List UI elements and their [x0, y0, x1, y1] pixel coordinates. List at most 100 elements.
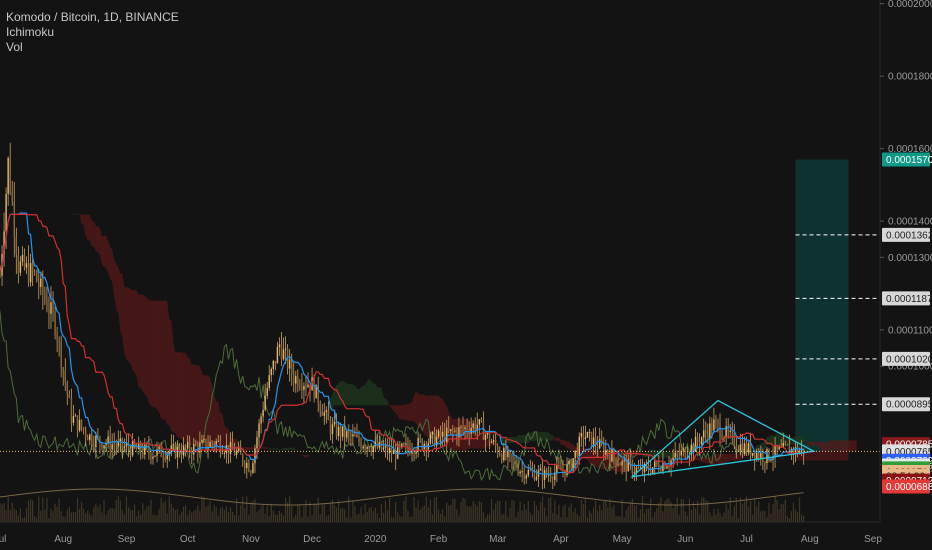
volume-bar: [195, 509, 197, 522]
cloud-segment: [152, 300, 156, 408]
volume-bar: [168, 496, 170, 522]
candle-body: [635, 467, 638, 473]
candle-body: [70, 397, 73, 423]
volume-bar: [333, 504, 336, 522]
cloud-segment: [828, 440, 831, 451]
candle-body: [348, 431, 350, 434]
candle-body: [123, 446, 126, 448]
volume-bar: [792, 502, 795, 522]
volume-bar: [352, 500, 354, 522]
candle-body: [535, 476, 538, 480]
cloud-segment: [371, 381, 374, 406]
time-tick-label: Sep: [118, 534, 136, 545]
volume-bar: [164, 500, 166, 522]
volume-bar: [770, 513, 772, 522]
candle-body: [164, 457, 166, 460]
volume-bar: [32, 500, 34, 522]
candle-body: [162, 456, 164, 458]
legend-indicator-vol[interactable]: Vol: [6, 40, 179, 55]
volume-bar: [21, 517, 24, 522]
candle-body: [519, 471, 521, 474]
volume-bar: [372, 511, 374, 522]
candle-body: [144, 444, 146, 455]
candle-body: [762, 452, 764, 462]
candle-body: [193, 444, 195, 455]
volume-bar: [378, 517, 380, 522]
candle-body: [715, 419, 717, 421]
volume-bar: [386, 510, 389, 522]
cloud-segment: [518, 435, 521, 444]
cloud-segment: [165, 300, 168, 426]
candle-body: [678, 454, 680, 456]
volume-bar: [544, 507, 546, 522]
candle-body: [11, 191, 13, 202]
volume-bar: [564, 504, 566, 522]
candle-body: [244, 463, 246, 469]
candle-body: [19, 261, 22, 273]
candle-body: [264, 395, 266, 410]
cloud-segment: [183, 353, 186, 443]
cloud-segment: [110, 247, 113, 282]
candle-body: [352, 434, 354, 437]
candle-body: [58, 340, 60, 342]
cloud-segment: [697, 457, 700, 461]
candle-body: [721, 437, 723, 439]
candle-body: [751, 453, 754, 456]
volume-bar: [233, 514, 236, 522]
volume-bar: [462, 497, 464, 522]
candle-body: [439, 430, 442, 437]
candle-body: [717, 420, 719, 424]
candle-body: [323, 412, 326, 416]
volume-bar: [144, 510, 146, 522]
volume-bar: [52, 511, 54, 522]
volume-bar: [160, 498, 162, 522]
candle-body: [380, 441, 383, 450]
volume-bar: [358, 513, 360, 522]
volume-bar: [446, 502, 448, 522]
volume-bar: [460, 502, 462, 522]
legend-symbol[interactable]: Komodo / Bitcoin, 1D, BINANCE: [6, 10, 179, 25]
candle-body: [615, 457, 617, 466]
volume-bar: [466, 505, 468, 522]
candle-body: [333, 421, 336, 425]
volume-bar: [272, 510, 274, 522]
volume-bar: [282, 515, 285, 522]
candle-body: [231, 442, 234, 450]
volume-bar: [572, 512, 574, 522]
volume-bar: [546, 516, 548, 522]
candle-body: [521, 471, 523, 472]
candle-body: [203, 439, 205, 441]
volume-bar: [125, 496, 128, 522]
volume-bar: [752, 515, 754, 522]
candle-body: [84, 430, 87, 437]
candle-body: [458, 427, 460, 438]
cloud-segment: [144, 296, 147, 397]
price-tick-label: 0.0001300: [888, 253, 932, 264]
volume-bar: [87, 510, 89, 522]
volume-bar: [38, 496, 40, 522]
price-chart[interactable]: 0.00020000.00018000.00016000.00014000.00…: [0, 0, 932, 550]
candle-body: [421, 439, 423, 449]
volume-bar: [645, 509, 648, 522]
volume-bar: [315, 504, 317, 522]
volume-bar: [431, 514, 434, 522]
volume-bar: [582, 504, 584, 522]
candle-body: [242, 454, 244, 464]
candle-body: [415, 451, 417, 454]
candle-body: [390, 447, 393, 455]
cloud-segment: [287, 447, 290, 450]
candle-body: [46, 300, 48, 311]
candle-body: [150, 453, 152, 459]
cloud-segment: [401, 405, 404, 420]
legend-indicator-ichimoku[interactable]: Ichimoku: [6, 25, 179, 40]
candle-body: [511, 454, 513, 460]
cloud-segment: [554, 437, 557, 441]
cloud-segment: [106, 235, 109, 273]
candle-body: [782, 442, 784, 447]
volume-bar: [136, 516, 138, 522]
volume-bar: [511, 499, 513, 522]
volume-bar: [590, 513, 593, 522]
candle-body: [494, 440, 497, 447]
candle-body: [547, 475, 550, 477]
candle-body: [670, 460, 672, 466]
